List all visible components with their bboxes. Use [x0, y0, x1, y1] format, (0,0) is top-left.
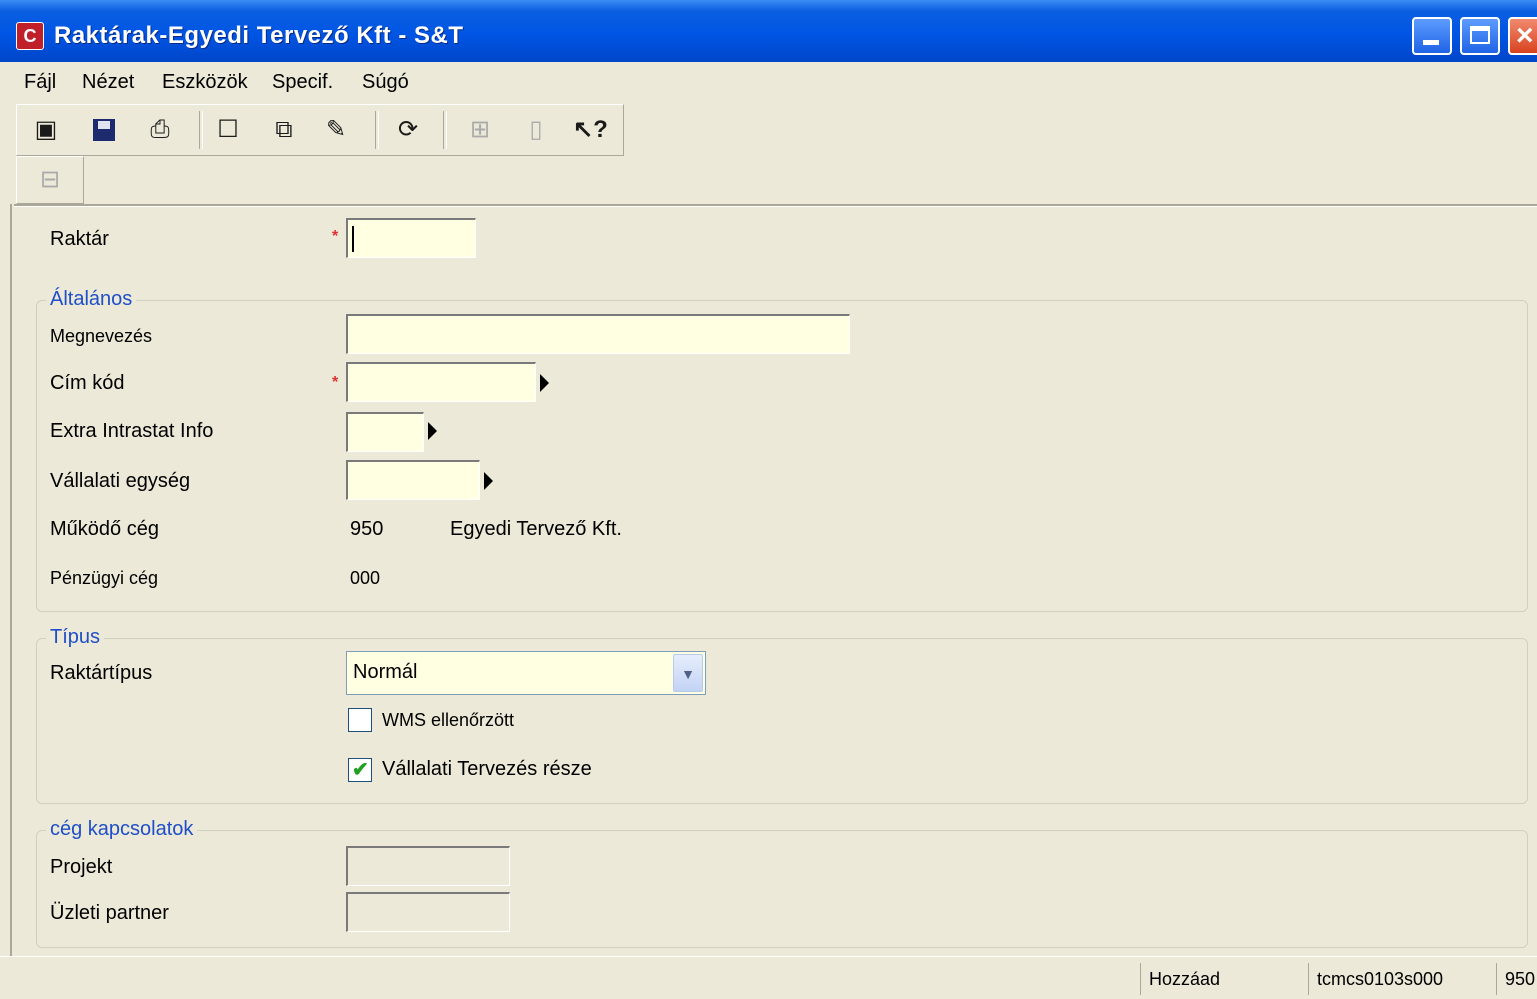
penzugyi-ceg-label: Pénzügyi cég: [50, 568, 159, 588]
megnevezes-label: Megnevezés: [50, 326, 153, 346]
projekt-input[interactable]: [346, 846, 510, 886]
form-disabled-icon: ⊟: [39, 166, 61, 193]
minimize-button[interactable]: [1412, 17, 1452, 55]
vallalati-egyseg-label: Vállalati egység: [50, 470, 191, 492]
help-pointer-icon[interactable]: ↖?: [573, 115, 608, 145]
menu-view[interactable]: Nézet: [82, 71, 134, 94]
open-icon[interactable]: ▣: [31, 115, 61, 145]
minimize-icon: [1423, 40, 1439, 45]
maximize-icon: [1470, 26, 1490, 44]
raktar-label: Raktár: [50, 228, 109, 250]
wms-checkbox[interactable]: [348, 708, 372, 732]
copy-icon[interactable]: ⧉: [269, 115, 299, 145]
window-title: Raktárak-Egyedi Tervező Kft - S&T: [54, 22, 464, 49]
relations-group: [36, 830, 1528, 948]
main-toolbar: ▣ ⎙ ☐ ⧉ ✎ ⟳ ⊞ ▯ ↖?: [16, 104, 624, 156]
text-cursor: [352, 226, 354, 252]
status-mode: Hozzáad: [1140, 963, 1300, 995]
intrastat-label: Extra Intrastat Info: [50, 420, 214, 442]
required-marker: *: [332, 228, 339, 245]
relations-group-title: cég kapcsolatok: [46, 818, 198, 841]
mukodo-ceg-code: 950: [350, 518, 384, 540]
divider: [14, 204, 1537, 207]
vallalati-egyseg-zoom-icon[interactable]: [484, 472, 493, 490]
print-icon[interactable]: ⎙: [145, 115, 175, 145]
raktartipus-label: Raktártípus: [50, 662, 153, 684]
menu-bar: Fájl Nézet Eszközök Specif. Súgó: [0, 62, 1537, 102]
refresh-icon[interactable]: ⟳: [393, 115, 423, 145]
vallalati-egyseg-input[interactable]: [346, 460, 480, 500]
item-disabled-icon: ▯: [529, 116, 543, 143]
menu-specific[interactable]: Specif.: [272, 71, 333, 94]
group-disabled-icon: ⊞: [469, 116, 491, 143]
partner-label: Üzleti partner: [50, 902, 169, 924]
projekt-label: Projekt: [50, 856, 113, 878]
chevron-down-icon[interactable]: ▼: [673, 654, 703, 692]
wms-label: WMS ellenőrzött: [382, 710, 515, 730]
menu-file[interactable]: Fájl: [24, 71, 56, 94]
required-marker: *: [332, 374, 339, 391]
edit-icon[interactable]: ✎: [321, 115, 351, 145]
mukodo-ceg-name: Egyedi Tervező Kft.: [450, 518, 622, 540]
maximize-button[interactable]: [1460, 17, 1500, 55]
megnevezes-input[interactable]: [346, 314, 850, 354]
secondary-toolbar: ⊟: [16, 156, 84, 204]
raktartipus-select[interactable]: Normál ▼: [346, 651, 706, 695]
cimkod-input[interactable]: [346, 362, 536, 402]
tervezes-label: Vállalati Tervezés része: [382, 758, 592, 780]
close-icon: ×: [1516, 19, 1534, 52]
tervezes-checkbox[interactable]: ✔: [348, 758, 372, 782]
intrastat-zoom-icon[interactable]: [428, 422, 437, 440]
cimkod-zoom-icon[interactable]: [540, 374, 549, 392]
status-session: tcmcs0103s000: [1308, 963, 1492, 995]
penzugyi-ceg-code: 000: [350, 568, 381, 588]
menu-help[interactable]: Súgó: [362, 71, 409, 94]
app-icon: C: [16, 22, 44, 50]
menu-tools[interactable]: Eszközök: [162, 71, 248, 94]
mukodo-ceg-label: Működő cég: [50, 518, 159, 540]
type-group: [36, 638, 1528, 804]
check-icon: ✔: [352, 759, 369, 781]
partner-input[interactable]: [346, 892, 510, 932]
new-document-icon[interactable]: ☐: [213, 115, 243, 145]
cimkod-label: Cím kód: [50, 372, 125, 394]
status-company: 950: [1496, 963, 1537, 995]
close-button[interactable]: ×: [1508, 17, 1537, 55]
general-group-title: Általános: [46, 288, 137, 311]
title-bar: C Raktárak-Egyedi Tervező Kft - S&T ×: [0, 0, 1537, 62]
raktartipus-value: Normál: [353, 661, 418, 683]
form-left-edge: [10, 204, 12, 964]
save-icon[interactable]: [89, 115, 119, 145]
type-group-title: Típus: [46, 626, 105, 649]
status-bar: Hozzáad tcmcs0103s000 950: [0, 956, 1537, 999]
raktar-input[interactable]: [346, 218, 476, 258]
intrastat-input[interactable]: [346, 412, 424, 452]
